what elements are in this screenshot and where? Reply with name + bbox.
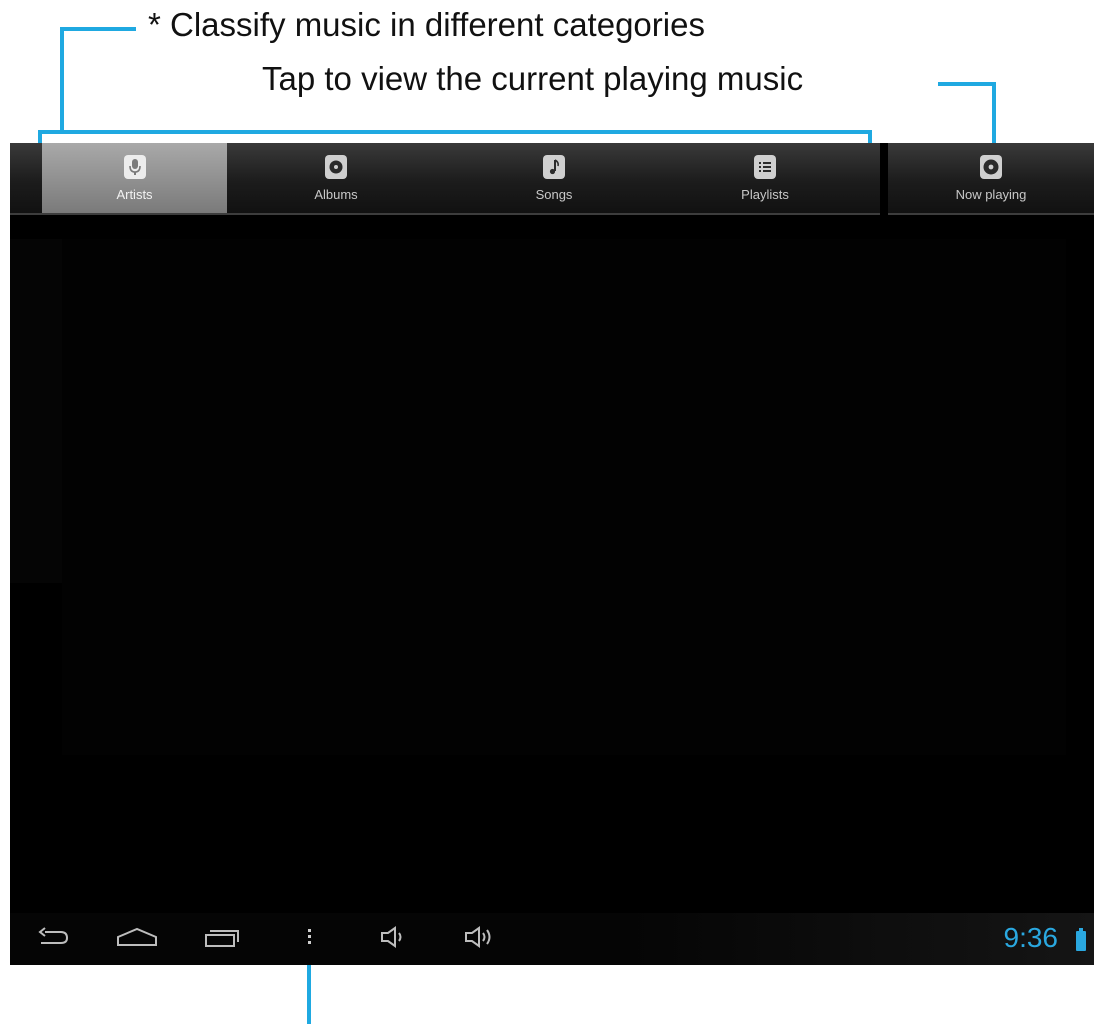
back-button[interactable] xyxy=(32,923,76,955)
tab-albums-label: Albums xyxy=(314,186,358,202)
tab-playlists[interactable]: Playlists xyxy=(663,143,867,213)
annotation-now-playing: Tap to view the current playing music xyxy=(262,60,804,97)
tab-artists[interactable]: Artists xyxy=(42,143,227,213)
category-tab-bar: Artists Albums Songs Playlists Now playi… xyxy=(10,143,1094,215)
tab-playlists-label: Playlists xyxy=(741,186,789,202)
recent-apps-icon xyxy=(204,926,240,953)
content-area xyxy=(62,239,1066,755)
volume-down-button[interactable] xyxy=(376,923,416,955)
tab-albums[interactable]: Albums xyxy=(227,143,445,213)
clock[interactable]: 9:36 xyxy=(1004,922,1059,954)
callout-line-classify-h xyxy=(60,27,136,31)
menu-overflow-icon xyxy=(307,927,313,952)
album-disc-icon xyxy=(325,154,347,179)
tab-songs-label: Songs xyxy=(535,186,573,202)
now-playing-button[interactable]: Now playing xyxy=(888,143,1094,213)
now-playing-label: Now playing xyxy=(955,186,1027,202)
music-app-screen: Artists Albums Songs Playlists Now playi… xyxy=(10,143,1094,965)
tab-artists-label: Artists xyxy=(116,186,153,202)
volume-up-button[interactable] xyxy=(460,923,504,955)
callout-line-nowplaying-h xyxy=(938,82,996,86)
annotation-classify-music: * Classify music in different categories xyxy=(148,6,705,43)
home-button[interactable] xyxy=(112,923,162,955)
menu-overflow-button[interactable] xyxy=(300,923,320,955)
volume-up-icon xyxy=(464,925,500,953)
tab-divider xyxy=(880,143,888,215)
playlist-icon xyxy=(754,154,776,179)
back-icon xyxy=(37,926,71,952)
microphone-icon xyxy=(123,154,146,179)
left-edge-strip xyxy=(10,239,62,583)
system-navigation-bar: 9:36 xyxy=(10,913,1094,965)
volume-down-icon xyxy=(380,925,412,953)
recent-apps-button[interactable] xyxy=(200,923,244,955)
now-playing-disc-icon xyxy=(980,154,1002,179)
home-icon xyxy=(115,927,159,952)
music-note-icon xyxy=(543,154,565,179)
callout-line-classify-v xyxy=(60,27,64,131)
tab-songs[interactable]: Songs xyxy=(445,143,663,213)
battery-icon xyxy=(1076,928,1086,951)
